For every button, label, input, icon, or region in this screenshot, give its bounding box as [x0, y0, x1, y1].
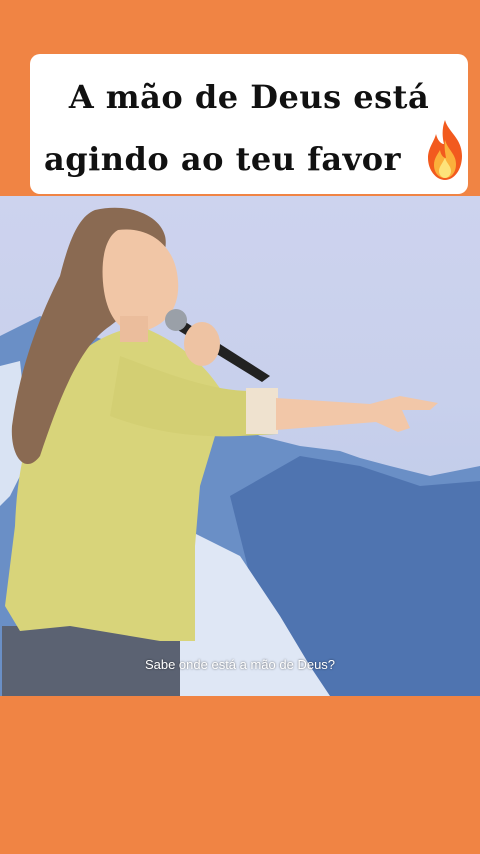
microphone-head [165, 309, 187, 331]
video-frame[interactable]: Sabe onde está a mão de Deus? [0, 196, 480, 696]
mic-hand [184, 322, 220, 366]
video-scene [0, 207, 480, 696]
neck [120, 316, 148, 342]
forearm [276, 396, 438, 432]
video-subtitle: Sabe onde está a mão de Deus? [144, 657, 336, 672]
fire-icon [428, 120, 462, 180]
caption-line-2: agindo ao teu favor [44, 140, 401, 178]
caption-line-1: A mão de Deus está [68, 78, 430, 116]
caption-box: A mão de Deus está agindo ao teu favor [30, 54, 468, 194]
cuff [246, 388, 278, 434]
